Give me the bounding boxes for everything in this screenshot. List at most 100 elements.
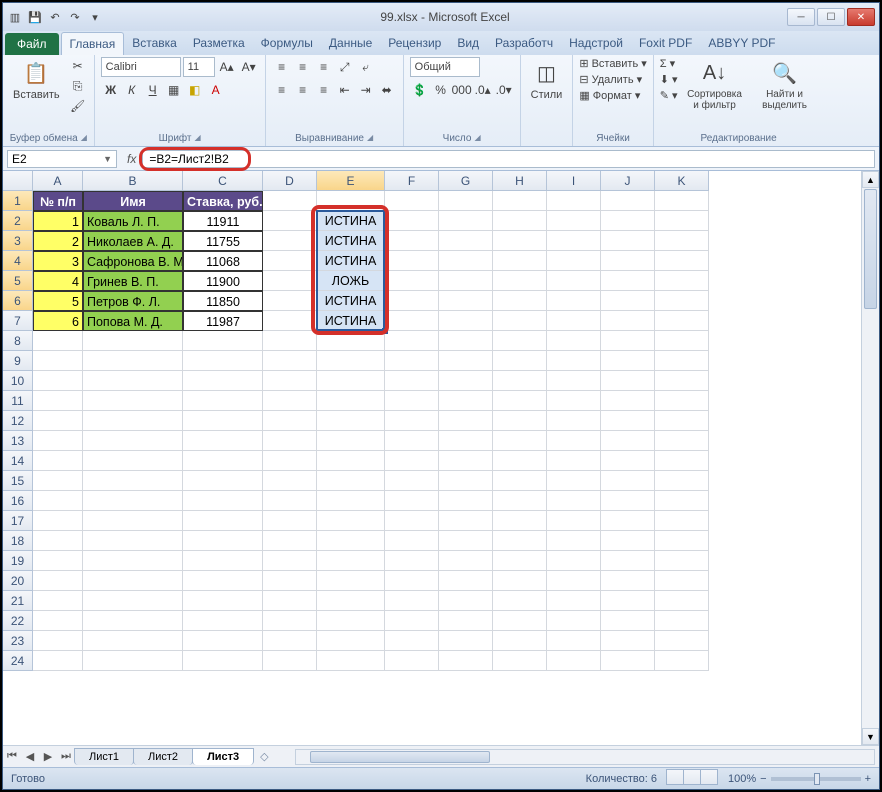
scroll-down-icon[interactable]: ▼ [862, 728, 879, 745]
cell-H22[interactable] [493, 611, 547, 631]
col-header-D[interactable]: D [263, 171, 317, 191]
cell-C22[interactable] [183, 611, 263, 631]
align-middle-icon[interactable]: ≡ [293, 57, 313, 77]
cut-icon[interactable]: ✂ [68, 57, 88, 75]
dialog-launcher-icon[interactable]: ◢ [195, 133, 201, 144]
cell-B10[interactable] [83, 371, 183, 391]
cell-K20[interactable] [655, 571, 709, 591]
cell-K6[interactable] [655, 291, 709, 311]
cell-G6[interactable] [439, 291, 493, 311]
cell-K23[interactable] [655, 631, 709, 651]
cell-G21[interactable] [439, 591, 493, 611]
cell-D8[interactable] [263, 331, 317, 351]
cell-G17[interactable] [439, 511, 493, 531]
cell-C14[interactable] [183, 451, 263, 471]
cell-J5[interactable] [601, 271, 655, 291]
cell-A21[interactable] [33, 591, 83, 611]
delete-cells-button[interactable]: ⊟Удалить ▾ [579, 73, 646, 86]
grow-font-icon[interactable]: A▴ [217, 58, 237, 76]
cell-F10[interactable] [385, 371, 439, 391]
tab-надстрой[interactable]: Надстрой [561, 32, 631, 55]
cell-A7[interactable]: 6 [33, 311, 83, 331]
cell-E9[interactable] [317, 351, 385, 371]
col-header-C[interactable]: C [183, 171, 263, 191]
cell-F2[interactable] [385, 211, 439, 231]
qat-dropdown-icon[interactable]: ▾ [87, 9, 103, 25]
cell-E21[interactable] [317, 591, 385, 611]
sheet-tab-Лист3[interactable]: Лист3 [192, 748, 254, 765]
number-format-select[interactable]: Общий [410, 57, 480, 77]
cell-C11[interactable] [183, 391, 263, 411]
sort-filter-button[interactable]: A↓ Сортировка и фильтр [682, 57, 748, 113]
cell-J1[interactable] [601, 191, 655, 211]
cell-E6[interactable]: ИСТИНА [317, 291, 385, 311]
cell-J3[interactable] [601, 231, 655, 251]
font-size-select[interactable]: 11 [183, 57, 215, 77]
cell-C10[interactable] [183, 371, 263, 391]
cell-K17[interactable] [655, 511, 709, 531]
row-header-7[interactable]: 7 [3, 311, 33, 331]
sheet-last-icon[interactable]: ⏭ [57, 750, 75, 763]
cell-J7[interactable] [601, 311, 655, 331]
cell-G4[interactable] [439, 251, 493, 271]
cell-E4[interactable]: ИСТИНА [317, 251, 385, 271]
cell-J22[interactable] [601, 611, 655, 631]
cell-H2[interactable] [493, 211, 547, 231]
tab-file[interactable]: Файл [5, 33, 59, 55]
wrap-text-icon[interactable]: ⤶ [356, 57, 376, 77]
cell-C13[interactable] [183, 431, 263, 451]
row-header-2[interactable]: 2 [3, 211, 33, 231]
cell-A4[interactable]: 3 [33, 251, 83, 271]
cell-K19[interactable] [655, 551, 709, 571]
cell-I8[interactable] [547, 331, 601, 351]
cell-B13[interactable] [83, 431, 183, 451]
cell-E19[interactable] [317, 551, 385, 571]
cell-A5[interactable]: 4 [33, 271, 83, 291]
copy-icon[interactable]: ⎘ [68, 77, 88, 95]
cell-H18[interactable] [493, 531, 547, 551]
cell-B3[interactable]: Николаев А. Д. [83, 231, 183, 251]
cell-C17[interactable] [183, 511, 263, 531]
cell-B5[interactable]: Гринев В. П. [83, 271, 183, 291]
cell-J13[interactable] [601, 431, 655, 451]
cell-G10[interactable] [439, 371, 493, 391]
row-header-9[interactable]: 9 [3, 351, 33, 371]
cell-I9[interactable] [547, 351, 601, 371]
cell-J15[interactable] [601, 471, 655, 491]
sheet-prev-icon[interactable]: ◀ [21, 750, 39, 763]
cell-G12[interactable] [439, 411, 493, 431]
cell-G19[interactable] [439, 551, 493, 571]
cell-C12[interactable] [183, 411, 263, 431]
cell-B19[interactable] [83, 551, 183, 571]
save-icon[interactable]: 💾 [27, 9, 43, 25]
cell-I10[interactable] [547, 371, 601, 391]
cell-E18[interactable] [317, 531, 385, 551]
cell-A15[interactable] [33, 471, 83, 491]
row-header-5[interactable]: 5 [3, 271, 33, 291]
cell-H11[interactable] [493, 391, 547, 411]
cell-K24[interactable] [655, 651, 709, 671]
cell-F20[interactable] [385, 571, 439, 591]
horizontal-scrollbar[interactable] [295, 749, 875, 765]
scroll-up-icon[interactable]: ▲ [862, 171, 879, 188]
cell-B24[interactable] [83, 651, 183, 671]
cell-D15[interactable] [263, 471, 317, 491]
clear-icon[interactable]: ✎ ▾ [660, 89, 678, 102]
row-header-10[interactable]: 10 [3, 371, 33, 391]
formula-input[interactable]: =B2=Лист2!B2 [142, 150, 875, 168]
cell-G1[interactable] [439, 191, 493, 211]
cell-J14[interactable] [601, 451, 655, 471]
hscroll-thumb[interactable] [310, 751, 490, 763]
cell-F7[interactable] [385, 311, 439, 331]
cell-K22[interactable] [655, 611, 709, 631]
cell-H3[interactable] [493, 231, 547, 251]
cell-C1[interactable]: Ставка, руб. [183, 191, 263, 211]
cell-G15[interactable] [439, 471, 493, 491]
cell-D2[interactable] [263, 211, 317, 231]
row-header-3[interactable]: 3 [3, 231, 33, 251]
cell-E13[interactable] [317, 431, 385, 451]
cell-G13[interactable] [439, 431, 493, 451]
fill-handle[interactable] [382, 328, 388, 334]
col-header-J[interactable]: J [601, 171, 655, 191]
fill-icon[interactable]: ⬇ ▾ [660, 73, 678, 86]
